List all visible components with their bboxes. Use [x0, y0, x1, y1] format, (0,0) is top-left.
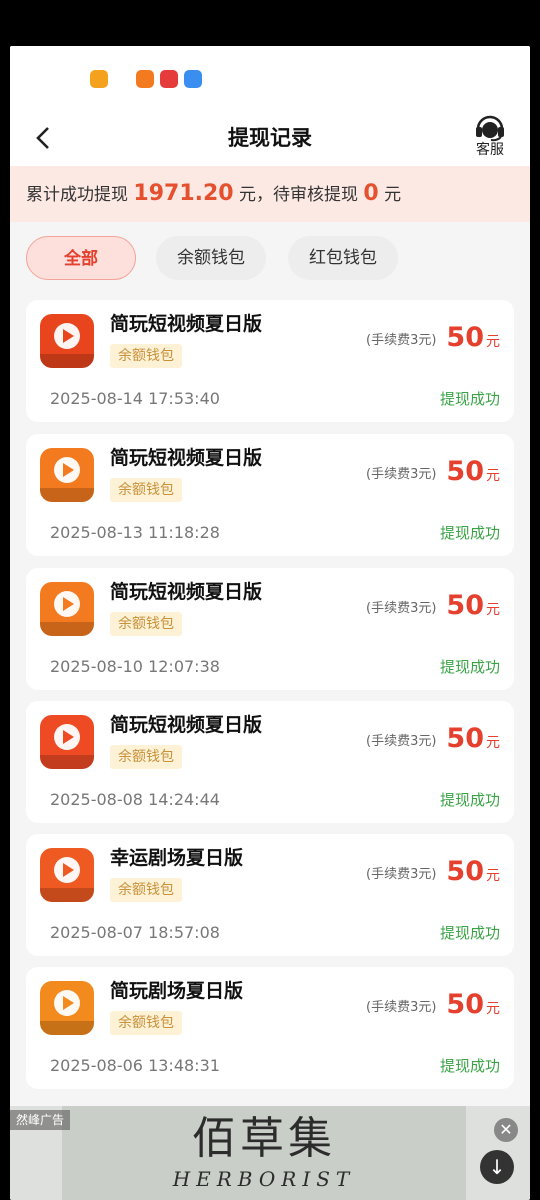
close-icon[interactable]: ✕ — [494, 1118, 518, 1142]
amount-unit: 元 — [486, 735, 500, 751]
amount: 50 元 — [446, 318, 500, 362]
tab-redpacket-wallet[interactable]: 红包钱包 — [288, 236, 398, 280]
summary-unit-1: 元，待审核提现 — [239, 185, 359, 205]
notification-app-icon — [184, 70, 202, 88]
fee-text: (手续费3元) — [366, 867, 437, 882]
fee-text: (手续费3元) — [366, 333, 437, 348]
amount-value: 50 — [446, 456, 484, 487]
amount-value: 50 — [446, 723, 484, 754]
amount-unit: 元 — [486, 602, 500, 618]
amount: 50 元 — [446, 719, 500, 763]
amount-value: 50 — [446, 856, 484, 887]
app-logo-icon — [40, 314, 94, 368]
nav-bar: 提现记录 客服 — [10, 110, 530, 166]
tab-all[interactable]: 全部 — [26, 236, 136, 280]
app-logo-icon — [40, 448, 94, 502]
timestamp: 2025-08-14 17:53:40 — [50, 389, 220, 408]
status-text: 提现成功 — [439, 924, 500, 942]
withdraw-record-card[interactable]: 简玩短视频夏日版 余额钱包 (手续费3元) 50 元 2025-08-13 11:18:2… — [26, 434, 514, 556]
tab-balance-wallet[interactable]: 余额钱包 — [156, 236, 266, 280]
notification-app-icon — [90, 70, 108, 88]
app-logo-icon — [40, 582, 94, 636]
amount-value: 50 — [446, 590, 484, 621]
status-text: 提现成功 — [439, 658, 500, 676]
withdraw-record-card[interactable]: 幸运剧场夏日版 余额钱包 (手续费3元) 50 元 2025-08-07 18:57:08… — [26, 834, 514, 956]
amount: 50 元 — [446, 586, 500, 630]
fee-text: (手续费3元) — [366, 1000, 437, 1015]
wallet-badge: 余额钱包 — [110, 612, 182, 636]
status-text: 提现成功 — [439, 390, 500, 408]
wallet-badge: 余额钱包 — [110, 344, 182, 368]
customer-service-label: 客服 — [476, 142, 504, 158]
amount-unit: 元 — [486, 868, 500, 884]
wallet-badge: 余额钱包 — [110, 878, 182, 902]
status-bar — [10, 46, 530, 110]
wallet-badge: 余额钱包 — [110, 745, 182, 769]
app-screen: 提现记录 客服 累计成功提现 1971.20 元，待审核提现 0 元 全部 余额… — [10, 46, 530, 1200]
amount-unit: 元 — [486, 468, 500, 484]
app-name: 简玩短视频夏日版 — [110, 581, 263, 603]
summary-pending: 0 — [363, 181, 379, 206]
amount-value: 50 — [446, 322, 484, 353]
fee-text: (手续费3元) — [366, 467, 437, 482]
withdraw-summary: 累计成功提现 1971.20 元，待审核提现 0 元 — [10, 166, 530, 222]
headset-icon — [476, 115, 504, 142]
amount: 50 元 — [446, 852, 500, 896]
ad-brand-en: HERBORIST — [172, 1167, 356, 1191]
timestamp: 2025-08-10 12:07:38 — [50, 657, 220, 676]
wallet-tabs: 全部 余额钱包 红包钱包 — [10, 236, 530, 286]
wallet-badge: 余额钱包 — [110, 478, 182, 502]
timestamp: 2025-08-07 18:57:08 — [50, 923, 220, 942]
timestamp: 2025-08-06 13:48:31 — [50, 1056, 220, 1075]
summary-unit-2: 元 — [384, 185, 402, 205]
amount-unit: 元 — [486, 334, 500, 350]
customer-service-button[interactable]: 客服 — [470, 112, 510, 158]
status-text: 提现成功 — [439, 524, 500, 542]
timestamp: 2025-08-13 11:18:28 — [50, 523, 220, 542]
arrow-down-icon[interactable]: ↓ — [480, 1150, 514, 1184]
fee-text: (手续费3元) — [366, 734, 437, 749]
app-logo-icon — [40, 848, 94, 902]
fee-text: (手续费3元) — [366, 601, 437, 616]
app-name: 简玩剧场夏日版 — [110, 980, 244, 1002]
status-text: 提现成功 — [439, 791, 500, 809]
amount: 50 元 — [446, 985, 500, 1029]
summary-prefix: 累计成功提现 — [26, 185, 128, 205]
notification-app-icon — [136, 70, 154, 88]
amount: 50 元 — [446, 452, 500, 496]
app-name: 幸运剧场夏日版 — [110, 847, 244, 869]
summary-total: 1971.20 — [133, 181, 234, 206]
ad-brand-cn: 佰草集 — [192, 1113, 336, 1164]
withdraw-record-card[interactable]: 简玩短视频夏日版 余额钱包 (手续费3元) 50 元 2025-08-08 14:24:4… — [26, 701, 514, 823]
app-logo-icon — [40, 981, 94, 1035]
withdraw-record-card[interactable]: 简玩短视频夏日版 余额钱包 (手续费3元) 50 元 2025-08-10 12:07:3… — [26, 568, 514, 690]
status-text: 提现成功 — [439, 1057, 500, 1075]
ad-image[interactable]: 佰草集 HERBORIST — [62, 1106, 466, 1200]
amount-unit: 元 — [486, 1001, 500, 1017]
wallet-badge: 余额钱包 — [110, 1011, 182, 1035]
withdraw-record-card[interactable]: 简玩短视频夏日版 余额钱包 (手续费3元) 50 元 2025-08-14 17:53:4… — [26, 300, 514, 422]
page-title: 提现记录 — [228, 126, 312, 150]
ad-banner[interactable]: 佰草集 HERBORIST 然峰广告 ✕ ↓ — [10, 1106, 530, 1200]
timestamp: 2025-08-08 14:24:44 — [50, 790, 220, 809]
notification-app-icon — [160, 70, 178, 88]
app-name: 简玩短视频夏日版 — [110, 313, 263, 335]
app-name: 简玩短视频夏日版 — [110, 447, 263, 469]
amount-value: 50 — [446, 989, 484, 1020]
ad-tag: 然峰广告 — [10, 1110, 71, 1130]
app-name: 简玩短视频夏日版 — [110, 714, 263, 736]
withdraw-record-card[interactable]: 简玩剧场夏日版 余额钱包 (手续费3元) 50 元 2025-08-06 13:48:31… — [26, 967, 514, 1089]
app-logo-icon — [40, 715, 94, 769]
